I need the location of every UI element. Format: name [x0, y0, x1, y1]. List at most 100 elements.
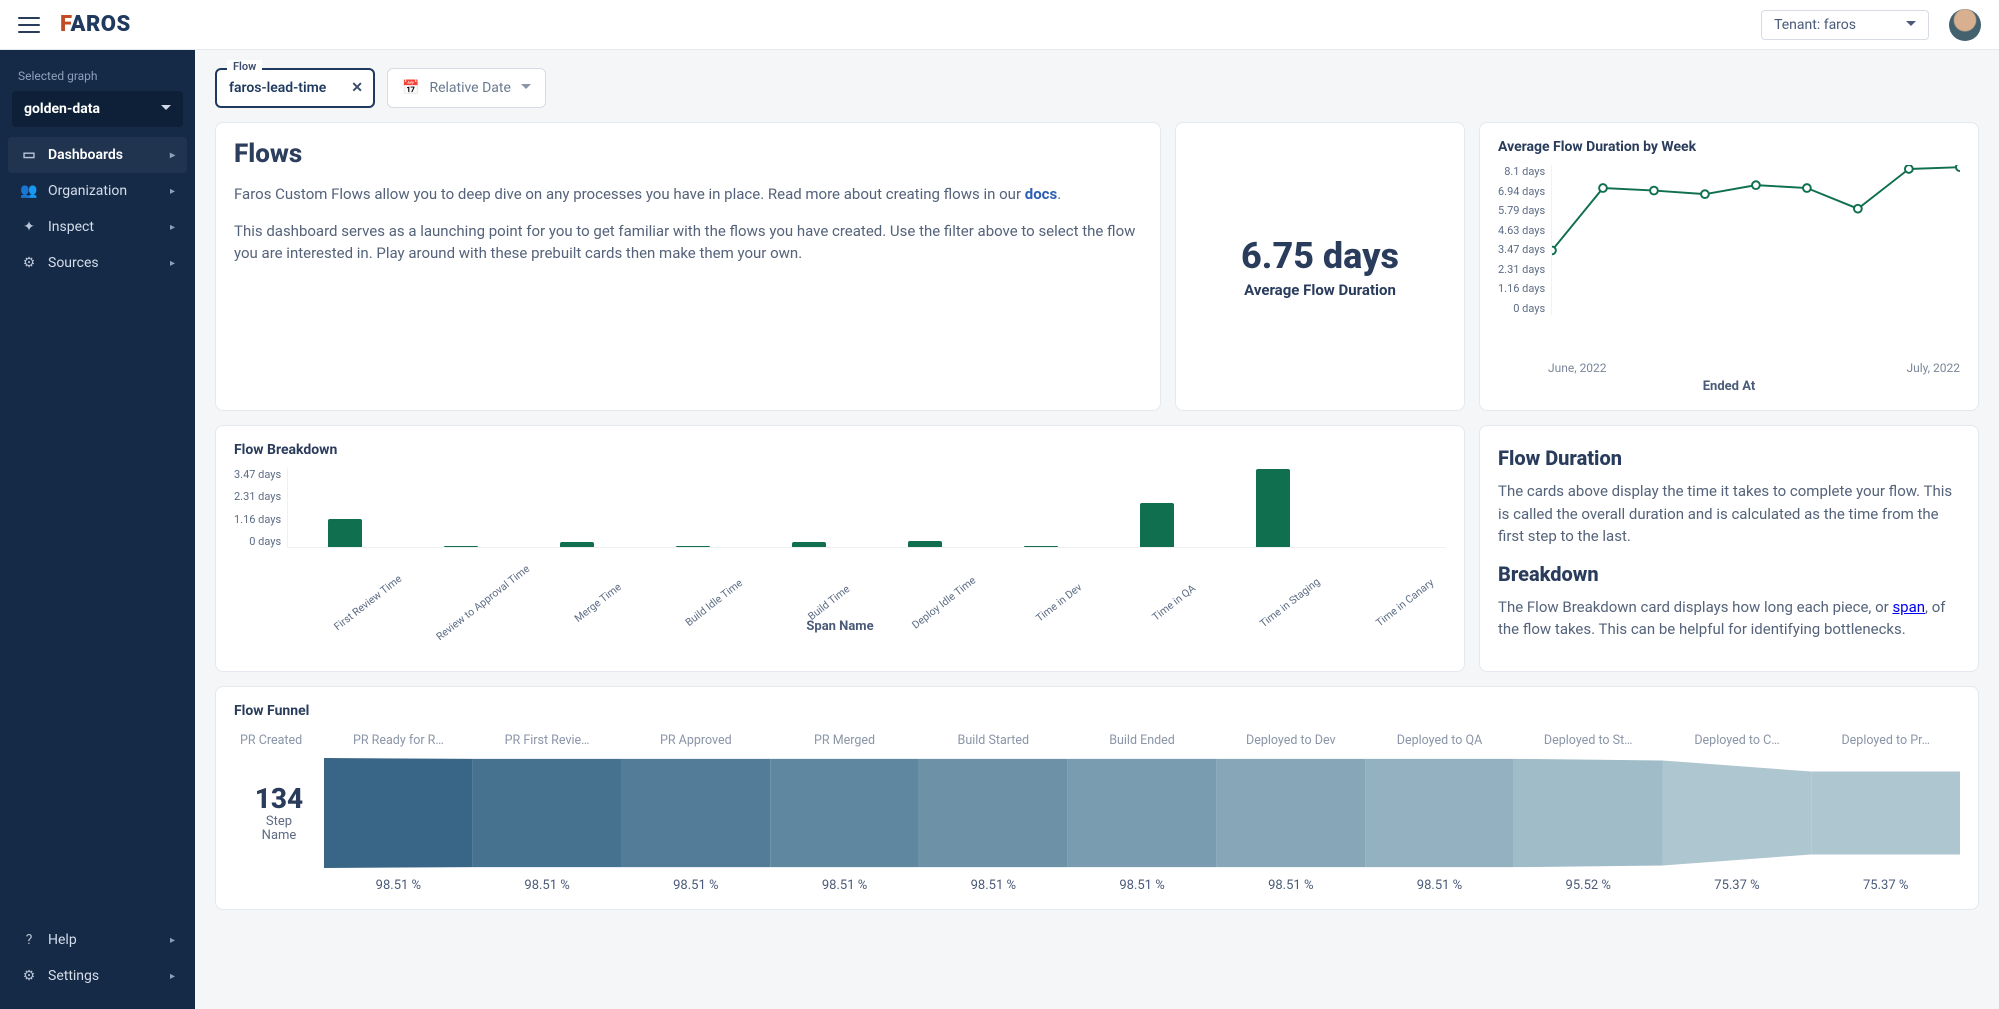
funnel-left-label2: Name [262, 829, 297, 843]
bar-3 [676, 546, 710, 547]
funnel-header: Deployed to C… [1663, 729, 1812, 752]
avg-flow-duration-by-week-card: Average Flow Duration by Week 8.1 days 6.… [1479, 122, 1979, 411]
sidebar-footer-settings[interactable]: ⚙ Settings [8, 958, 187, 994]
funnel-percent: 98.51 % [473, 878, 622, 893]
funnel-header: Deployed to QA [1365, 729, 1514, 752]
sidebar-item-organization[interactable]: 👥 Organization [8, 173, 187, 209]
y-tick: 2.31 days [234, 490, 281, 503]
avg-flow-duration-card: 6.75 days Average Flow Duration [1175, 122, 1465, 411]
calendar-icon: 📅 [402, 80, 419, 96]
line-chart-title: Average Flow Duration by Week [1498, 139, 1960, 155]
y-tick: 2.31 days [1498, 263, 1545, 276]
bar-0 [328, 519, 362, 547]
funnel-left-label1: Step [266, 815, 292, 829]
nav-label: Organization [48, 183, 127, 199]
kpi-label: Average Flow Duration [1244, 281, 1396, 299]
y-tick: 8.1 days [1498, 165, 1545, 178]
funnel-percent: 98.51 % [919, 878, 1068, 893]
chevron-down-icon [161, 101, 171, 117]
chevron-right-icon [170, 186, 175, 197]
funnel-percent: 75.37 % [1663, 878, 1812, 893]
tenant-selector[interactable]: Tenant: faros [1761, 10, 1929, 40]
graph-value: golden-data [24, 101, 100, 117]
app-logo: FAROS [60, 12, 131, 37]
funnel-header: Deployed to Pr… [1811, 729, 1960, 752]
org-icon: 👥 [20, 183, 38, 199]
docs-link[interactable]: docs [1025, 185, 1057, 203]
y-tick: 5.79 days [1498, 204, 1545, 217]
explain-p2a: The Flow Breakdown card displays how lon… [1498, 598, 1892, 616]
tenant-label: Tenant: faros [1774, 17, 1856, 33]
chevron-down-icon [1906, 17, 1916, 33]
bar-7 [1140, 503, 1174, 547]
logo-rest: AROS [70, 12, 130, 37]
bar-6 [1024, 546, 1058, 547]
funnel-header: PR Created [234, 729, 324, 752]
chevron-right-icon [170, 258, 175, 269]
sidebar-item-sources[interactable]: ⚙Sources [8, 245, 187, 281]
sidebar-footer-help[interactable]: ?Help [8, 922, 187, 958]
sidebar: Selected graph golden-data ▭Dashboards 👥 O… [0, 50, 195, 1009]
y-tick: 6.94 days [1498, 185, 1545, 198]
chevron-right-icon [170, 150, 175, 161]
bar-chart [287, 468, 1446, 548]
funnel-header: PR Approved [621, 729, 770, 752]
chevron-down-icon [521, 80, 531, 96]
y-tick: 0 days [1498, 302, 1545, 315]
inspect-icon: ✦ [20, 219, 38, 235]
funnel-header: Build Started [919, 729, 1068, 752]
y-tick: 3.47 days [234, 468, 281, 481]
y-tick: 0 days [234, 535, 281, 548]
flows-intro-card: Flows Faros Custom Flows allow you to de… [215, 122, 1161, 411]
flows-title: Flows [234, 139, 1142, 169]
logo-letter: F [60, 12, 70, 37]
bar-8 [1256, 469, 1290, 547]
nav-label: Sources [48, 255, 99, 271]
funnel-header: Deployed to Dev [1216, 729, 1365, 752]
funnel-header: Build Ended [1068, 729, 1217, 752]
x-tick: July, 2022 [1906, 361, 1960, 375]
date-filter[interactable]: 📅 Relative Date [387, 68, 546, 108]
funnel-chart [324, 758, 1960, 868]
user-avatar[interactable] [1949, 9, 1981, 41]
flow-duration-explain-card: Flow Duration The cards above display th… [1479, 425, 1979, 672]
clear-flow-icon[interactable]: ✕ [351, 80, 363, 96]
bar-1 [444, 546, 478, 547]
y-tick: 1.16 days [234, 513, 281, 526]
funnel-percent: 95.52 % [1514, 878, 1663, 893]
flow-filter-value: faros-lead-time [229, 80, 326, 96]
y-tick: 4.63 days [1498, 224, 1545, 237]
funnel-percent: 98.51 % [1068, 878, 1217, 893]
flows-p1a: Faros Custom Flows allow you to deep div… [234, 185, 1025, 203]
flow-filter[interactable]: Flow faros-lead-time ✕ [215, 68, 375, 108]
explain-h2: Breakdown [1498, 562, 1960, 586]
flow-filter-legend: Flow [227, 60, 262, 73]
funnel-percent: 75.37 % [1811, 878, 1960, 893]
bar-chart-title: Flow Breakdown [234, 442, 1446, 458]
funnel-percent: 98.51 % [1216, 878, 1365, 893]
explain-p1: The cards above display the time it take… [1498, 480, 1960, 548]
nav-label: Settings [48, 968, 99, 984]
dashboard-icon: ▭ [20, 147, 38, 163]
flows-p1b: . [1057, 185, 1061, 203]
span-link[interactable]: span [1892, 598, 1925, 616]
selected-graph-label: Selected graph [8, 65, 187, 91]
flows-p2: This dashboard serves as a launching poi… [234, 220, 1142, 265]
y-tick: 1.16 days [1498, 282, 1545, 295]
sidebar-item-dashboards[interactable]: ▭Dashboards [8, 137, 187, 173]
settings-icon: ⚙ [20, 968, 38, 984]
funnel-header: PR Ready for R… [324, 729, 473, 752]
funnel-header: PR Merged [770, 729, 919, 752]
funnel-percent: 98.51 % [324, 878, 473, 893]
funnel-percent [234, 878, 324, 893]
explain-h1: Flow Duration [1498, 446, 1960, 470]
funnel-percent: 98.51 % [770, 878, 919, 893]
graph-selector[interactable]: golden-data [12, 91, 183, 127]
funnel-header: PR First Revie… [473, 729, 622, 752]
sidebar-item-inspect[interactable]: ✦Inspect [8, 209, 187, 245]
menu-toggle[interactable] [18, 17, 40, 33]
funnel-start-count: 134 [255, 782, 303, 815]
bar-2 [560, 542, 594, 547]
flow-funnel-card: Flow Funnel PR CreatedPR Ready for R…PR … [215, 686, 1979, 910]
line-chart [1551, 165, 1960, 315]
